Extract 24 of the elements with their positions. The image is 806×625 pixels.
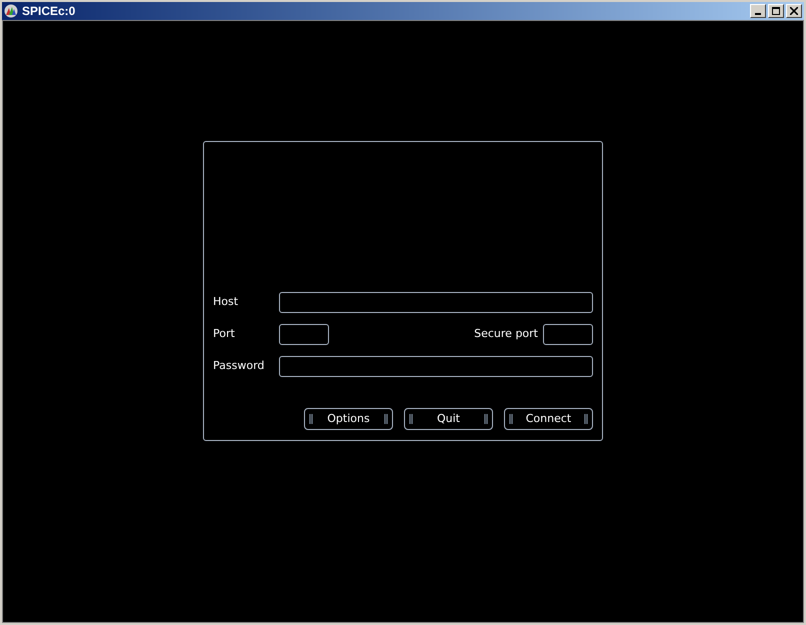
grip-icon <box>584 414 588 424</box>
grip-icon <box>309 414 313 424</box>
grip-icon <box>509 414 513 424</box>
field-label: Host <box>213 294 240 310</box>
app-icon <box>4 4 18 18</box>
field-label: Secure port <box>474 326 538 342</box>
grip-icon <box>409 414 413 424</box>
dialog-button[interactable]: Connect <box>504 408 593 430</box>
grip-icon <box>384 414 388 424</box>
field-label: Password <box>213 358 266 374</box>
close-icon <box>790 7 798 15</box>
dialog-button[interactable]: Options <box>304 408 393 430</box>
input-field[interactable] <box>543 324 593 344</box>
minimize-button[interactable] <box>750 4 766 18</box>
grip-icon <box>484 414 488 424</box>
dialog-button[interactable]: Quit <box>404 408 493 430</box>
input-field[interactable] <box>279 324 329 344</box>
input-field[interactable] <box>278 356 593 376</box>
field-label: Port <box>213 326 236 342</box>
close-button[interactable] <box>786 4 802 18</box>
maximize-icon <box>772 7 780 15</box>
window-title: SPICEc:0 <box>22 3 76 20</box>
maximize-button[interactable] <box>768 4 784 18</box>
input-field[interactable] <box>278 292 593 312</box>
